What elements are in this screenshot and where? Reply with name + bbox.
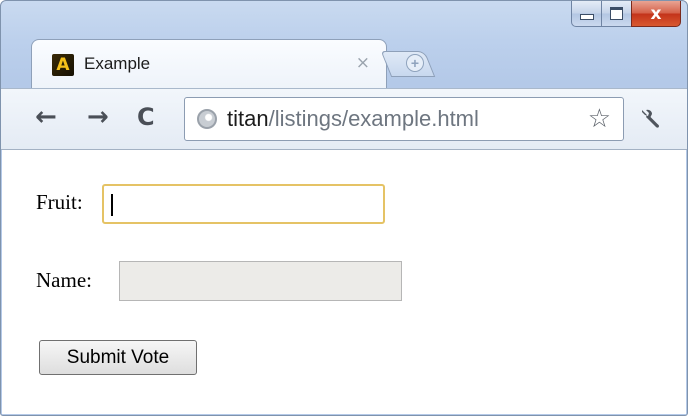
maximize-icon [610,7,623,20]
page-content: Fruit: Name: Submit Vote [2,150,686,414]
browser-toolbar: ← → C titan/listings/example.html ☆ [1,88,687,150]
maximize-button[interactable] [601,1,631,27]
favicon-icon: A [52,54,74,76]
minimize-button[interactable] [571,1,601,27]
address-bar[interactable]: titan/listings/example.html ☆ [184,97,624,141]
new-tab-icon[interactable]: + [406,54,424,72]
fruit-input[interactable] [102,184,385,224]
forward-arrow-icon[interactable]: → [87,102,109,132]
globe-icon [197,109,217,129]
back-arrow-icon[interactable]: ← [35,102,57,132]
fruit-label: Fruit: [36,190,83,214]
url-path: /listings/example.html [268,106,479,131]
tab-close-icon[interactable]: × [356,53,370,73]
text-caret [111,194,113,216]
browser-window: x A Example × + ← → C titan/listings/exa… [0,0,688,416]
name-label: Name: [36,268,92,292]
url-host: titan [227,106,269,131]
name-input [119,261,402,301]
minimize-icon [579,13,594,20]
wrench-icon[interactable] [638,107,662,131]
window-controls: x [571,1,681,29]
submit-vote-button[interactable]: Submit Vote [39,340,197,375]
star-icon[interactable]: ☆ [588,104,611,134]
tab-example[interactable]: A Example × [31,39,387,89]
close-window-button[interactable]: x [631,1,681,27]
tab-title: Example [84,54,151,73]
url-text[interactable]: titan/listings/example.html [227,105,479,133]
reload-icon[interactable]: C [137,102,155,132]
close-icon: x [650,3,662,24]
